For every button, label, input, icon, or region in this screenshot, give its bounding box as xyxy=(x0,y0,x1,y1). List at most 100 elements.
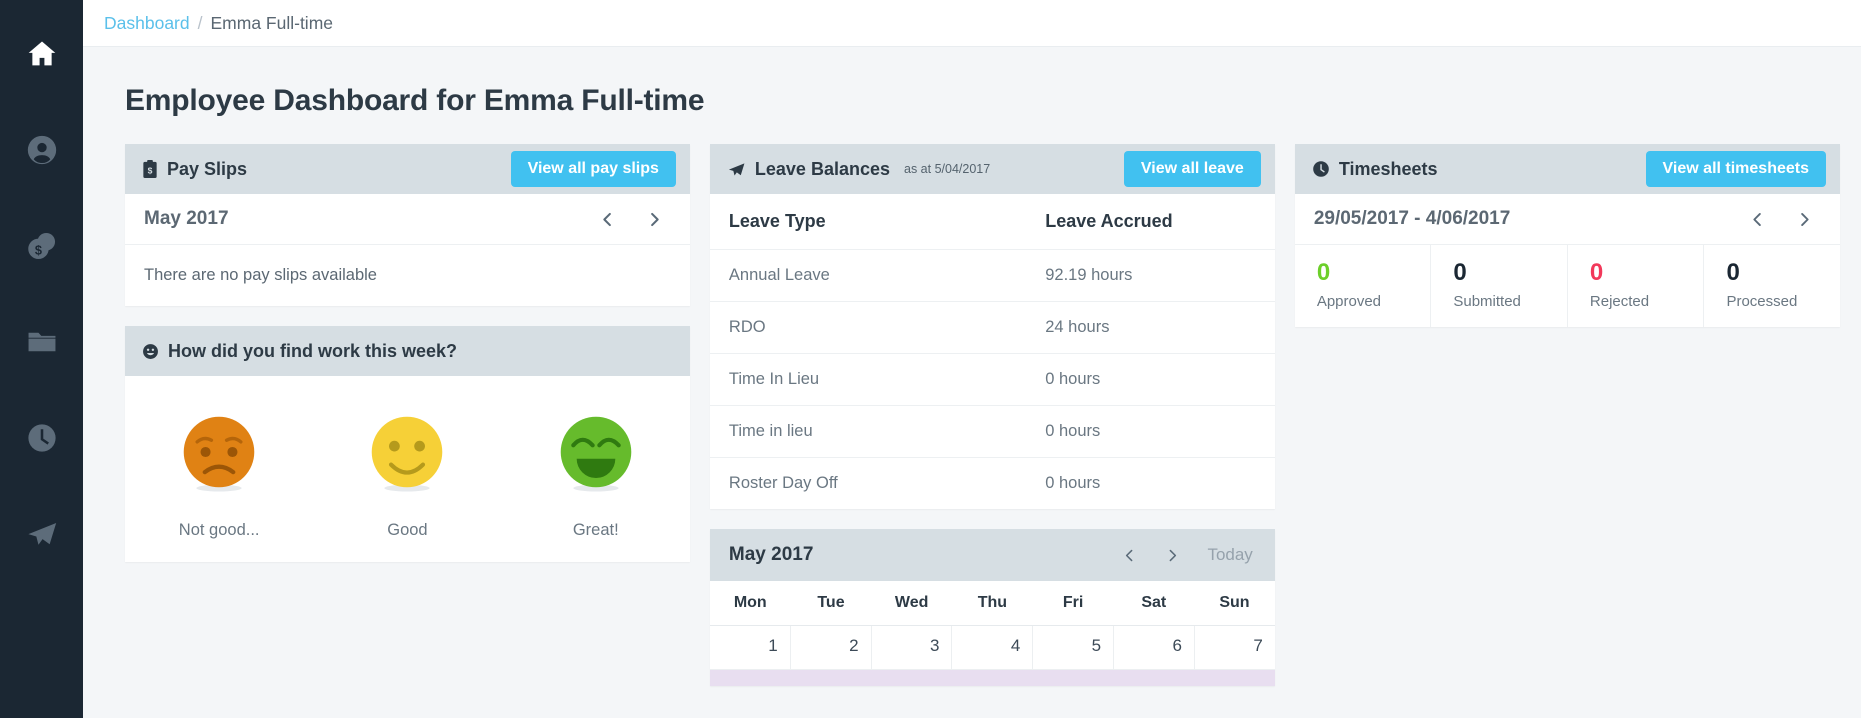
timesheets-next-button[interactable] xyxy=(1795,210,1814,229)
calendar-day-cell[interactable]: 6 xyxy=(1114,626,1195,670)
feedback-option-great[interactable]: Great! xyxy=(502,410,690,540)
calendar-weekday: Sat xyxy=(1141,594,1167,611)
sidebar-item-home[interactable] xyxy=(0,6,83,102)
page-title: Employee Dashboard for Emma Full-time xyxy=(125,84,705,117)
calendar-day-cell[interactable]: 5 xyxy=(1033,626,1115,670)
folder-icon xyxy=(25,325,59,359)
timesheet-stat-value: 0 xyxy=(1589,259,1604,286)
sidebar-item-pay[interactable]: $ xyxy=(0,198,83,294)
calendar-card: May 2017 Today Mon Tue Wed Thu Fri Sat S… xyxy=(709,529,1275,686)
calendar-weekday: Tue xyxy=(817,594,845,611)
view-all-timesheets-button[interactable]: View all timesheets xyxy=(1645,151,1826,187)
calendar-day-cell[interactable]: 3 xyxy=(871,626,953,670)
leave-accrued: 0 hours xyxy=(1045,474,1101,492)
leave-column-accrued: Leave Accrued xyxy=(1026,194,1275,250)
timesheets-date-range: 29/05/2017 - 4/06/2017 xyxy=(1313,208,1511,229)
timesheet-stat-label: Submitted xyxy=(1453,292,1521,310)
timesheet-stat-label: Rejected xyxy=(1589,292,1650,310)
feedback-label-great: Great! xyxy=(572,521,619,539)
leave-balances-card-header: Leave Balances as at 5/04/2017 View all … xyxy=(709,144,1275,194)
sidebar-item-people[interactable] xyxy=(0,102,83,198)
calendar-header: May 2017 Today xyxy=(709,529,1275,581)
timesheets-stats: 0 Approved 0 Submitted 0 Rejected 0 Proc… xyxy=(1295,245,1840,327)
column-left: $ Pay Slips View all pay slips May 2017 xyxy=(125,144,690,582)
dashboard-columns: $ Pay Slips View all pay slips May 2017 xyxy=(104,144,1840,686)
main-area: Dashboard / Emma Full-time Employee Dash… xyxy=(83,0,1861,718)
very-happy-face-icon xyxy=(554,410,638,499)
content-area: Employee Dashboard for Emma Full-time $ … xyxy=(83,47,1861,718)
sidebar-item-time[interactable] xyxy=(0,390,83,486)
neutral-happy-face-icon xyxy=(365,410,449,499)
calendar-day-cell[interactable]: 4 xyxy=(952,626,1034,670)
calendar-today-button[interactable]: Today xyxy=(1207,545,1252,565)
calendar-day-cell[interactable]: 2 xyxy=(790,626,872,670)
feedback-title: How did you find work this week? xyxy=(168,340,458,361)
timesheets-range-row: 29/05/2017 - 4/06/2017 xyxy=(1294,194,1840,245)
pay-slips-period-row: May 2017 xyxy=(125,194,690,245)
feedback-options: Not good... Good Great! xyxy=(125,376,690,562)
pay-slips-title: Pay Slips xyxy=(167,158,248,179)
clock-icon xyxy=(25,421,59,455)
calendar-week-row: 1 2 3 4 5 6 7 xyxy=(709,626,1275,670)
view-all-pay-slips-button[interactable]: View all pay slips xyxy=(510,151,676,187)
feedback-option-not-good[interactable]: Not good... xyxy=(125,410,313,540)
home-icon xyxy=(25,37,59,71)
timesheets-prev-button[interactable] xyxy=(1748,210,1767,229)
calendar-next-button[interactable] xyxy=(1164,547,1181,564)
sad-face-icon xyxy=(177,410,261,499)
calendar-day-cell[interactable]: 1 xyxy=(709,626,791,670)
pay-slips-prev-button[interactable] xyxy=(598,210,617,229)
leave-type: Time in lieu xyxy=(709,405,1027,458)
plane-icon xyxy=(25,517,59,551)
calendar-month-title: May 2017 xyxy=(728,544,814,565)
feedback-option-good[interactable]: Good xyxy=(313,410,501,540)
sidebar-item-documents[interactable] xyxy=(0,294,83,390)
pay-slips-period: May 2017 xyxy=(144,208,229,229)
app-root: $ Dashboard / Emma Full-time Employee Da… xyxy=(0,0,1861,718)
calendar-weekday-row: Mon Tue Wed Thu Fri Sat Sun xyxy=(709,581,1275,626)
leave-type: Roster Day Off xyxy=(728,474,838,492)
feedback-card: How did you find work this week? Not goo… xyxy=(125,326,690,562)
calendar-weekday: Mon xyxy=(733,594,767,611)
leave-balances-title: Leave Balances xyxy=(754,158,890,179)
calendar-weekday: Sun xyxy=(1219,594,1250,611)
calendar-weekday: Wed xyxy=(894,594,929,611)
calendar-event-band xyxy=(709,670,1275,686)
user-icon xyxy=(25,133,59,167)
leave-balances-table: Leave Type Leave Accrued Annual Leave 92… xyxy=(709,194,1275,510)
pay-slips-card: $ Pay Slips View all pay slips May 2017 xyxy=(125,144,690,306)
leave-balances-card: Leave Balances as at 5/04/2017 View all … xyxy=(709,144,1275,510)
table-row: Roster Day Off 0 hours xyxy=(710,458,1275,510)
payslip-icon: $ xyxy=(142,159,158,179)
table-row: Time In Lieu 0 hours xyxy=(709,353,1275,406)
column-middle: Leave Balances as at 5/04/2017 View all … xyxy=(709,144,1275,686)
leave-type: RDO xyxy=(709,301,1027,354)
pay-slips-empty-message: There are no pay slips available xyxy=(144,266,377,284)
leave-accrued: 92.19 hours xyxy=(1026,249,1275,302)
timesheets-card-header: Timesheets View all timesheets xyxy=(1294,144,1840,194)
pay-slips-next-button[interactable] xyxy=(645,210,664,229)
leave-column-type: Leave Type xyxy=(709,194,1027,250)
timesheet-stat-approved: 0 Approved xyxy=(1295,245,1432,327)
calendar-day-cell[interactable]: 7 xyxy=(1194,626,1275,670)
leave-type: Time In Lieu xyxy=(709,353,1027,406)
table-row: Annual Leave 92.19 hours xyxy=(709,249,1275,302)
table-row: RDO 24 hours xyxy=(709,301,1275,354)
clock-icon xyxy=(1312,160,1330,178)
sidebar-item-leave[interactable] xyxy=(0,486,83,582)
leave-type: Annual Leave xyxy=(709,249,1027,302)
timesheets-title: Timesheets xyxy=(1338,158,1438,179)
leave-balances-subtitle: as at 5/04/2017 xyxy=(904,162,991,176)
money-icon: $ xyxy=(25,229,59,263)
calendar-prev-button[interactable] xyxy=(1121,547,1138,564)
timesheet-stat-submitted: 0 Submitted xyxy=(1431,245,1568,327)
plane-icon xyxy=(727,160,746,179)
svg-text:$: $ xyxy=(34,243,41,258)
leave-table-header-row: Leave Type Leave Accrued xyxy=(709,194,1275,250)
breadcrumb-separator: / xyxy=(197,12,203,33)
breadcrumb-dashboard-link[interactable]: Dashboard xyxy=(104,13,190,34)
pay-slips-card-header: $ Pay Slips View all pay slips xyxy=(125,144,690,194)
view-all-leave-button[interactable]: View all leave xyxy=(1123,151,1261,187)
calendar-weekday: Fri xyxy=(1062,594,1084,611)
feedback-label-not-good: Not good... xyxy=(178,521,260,539)
